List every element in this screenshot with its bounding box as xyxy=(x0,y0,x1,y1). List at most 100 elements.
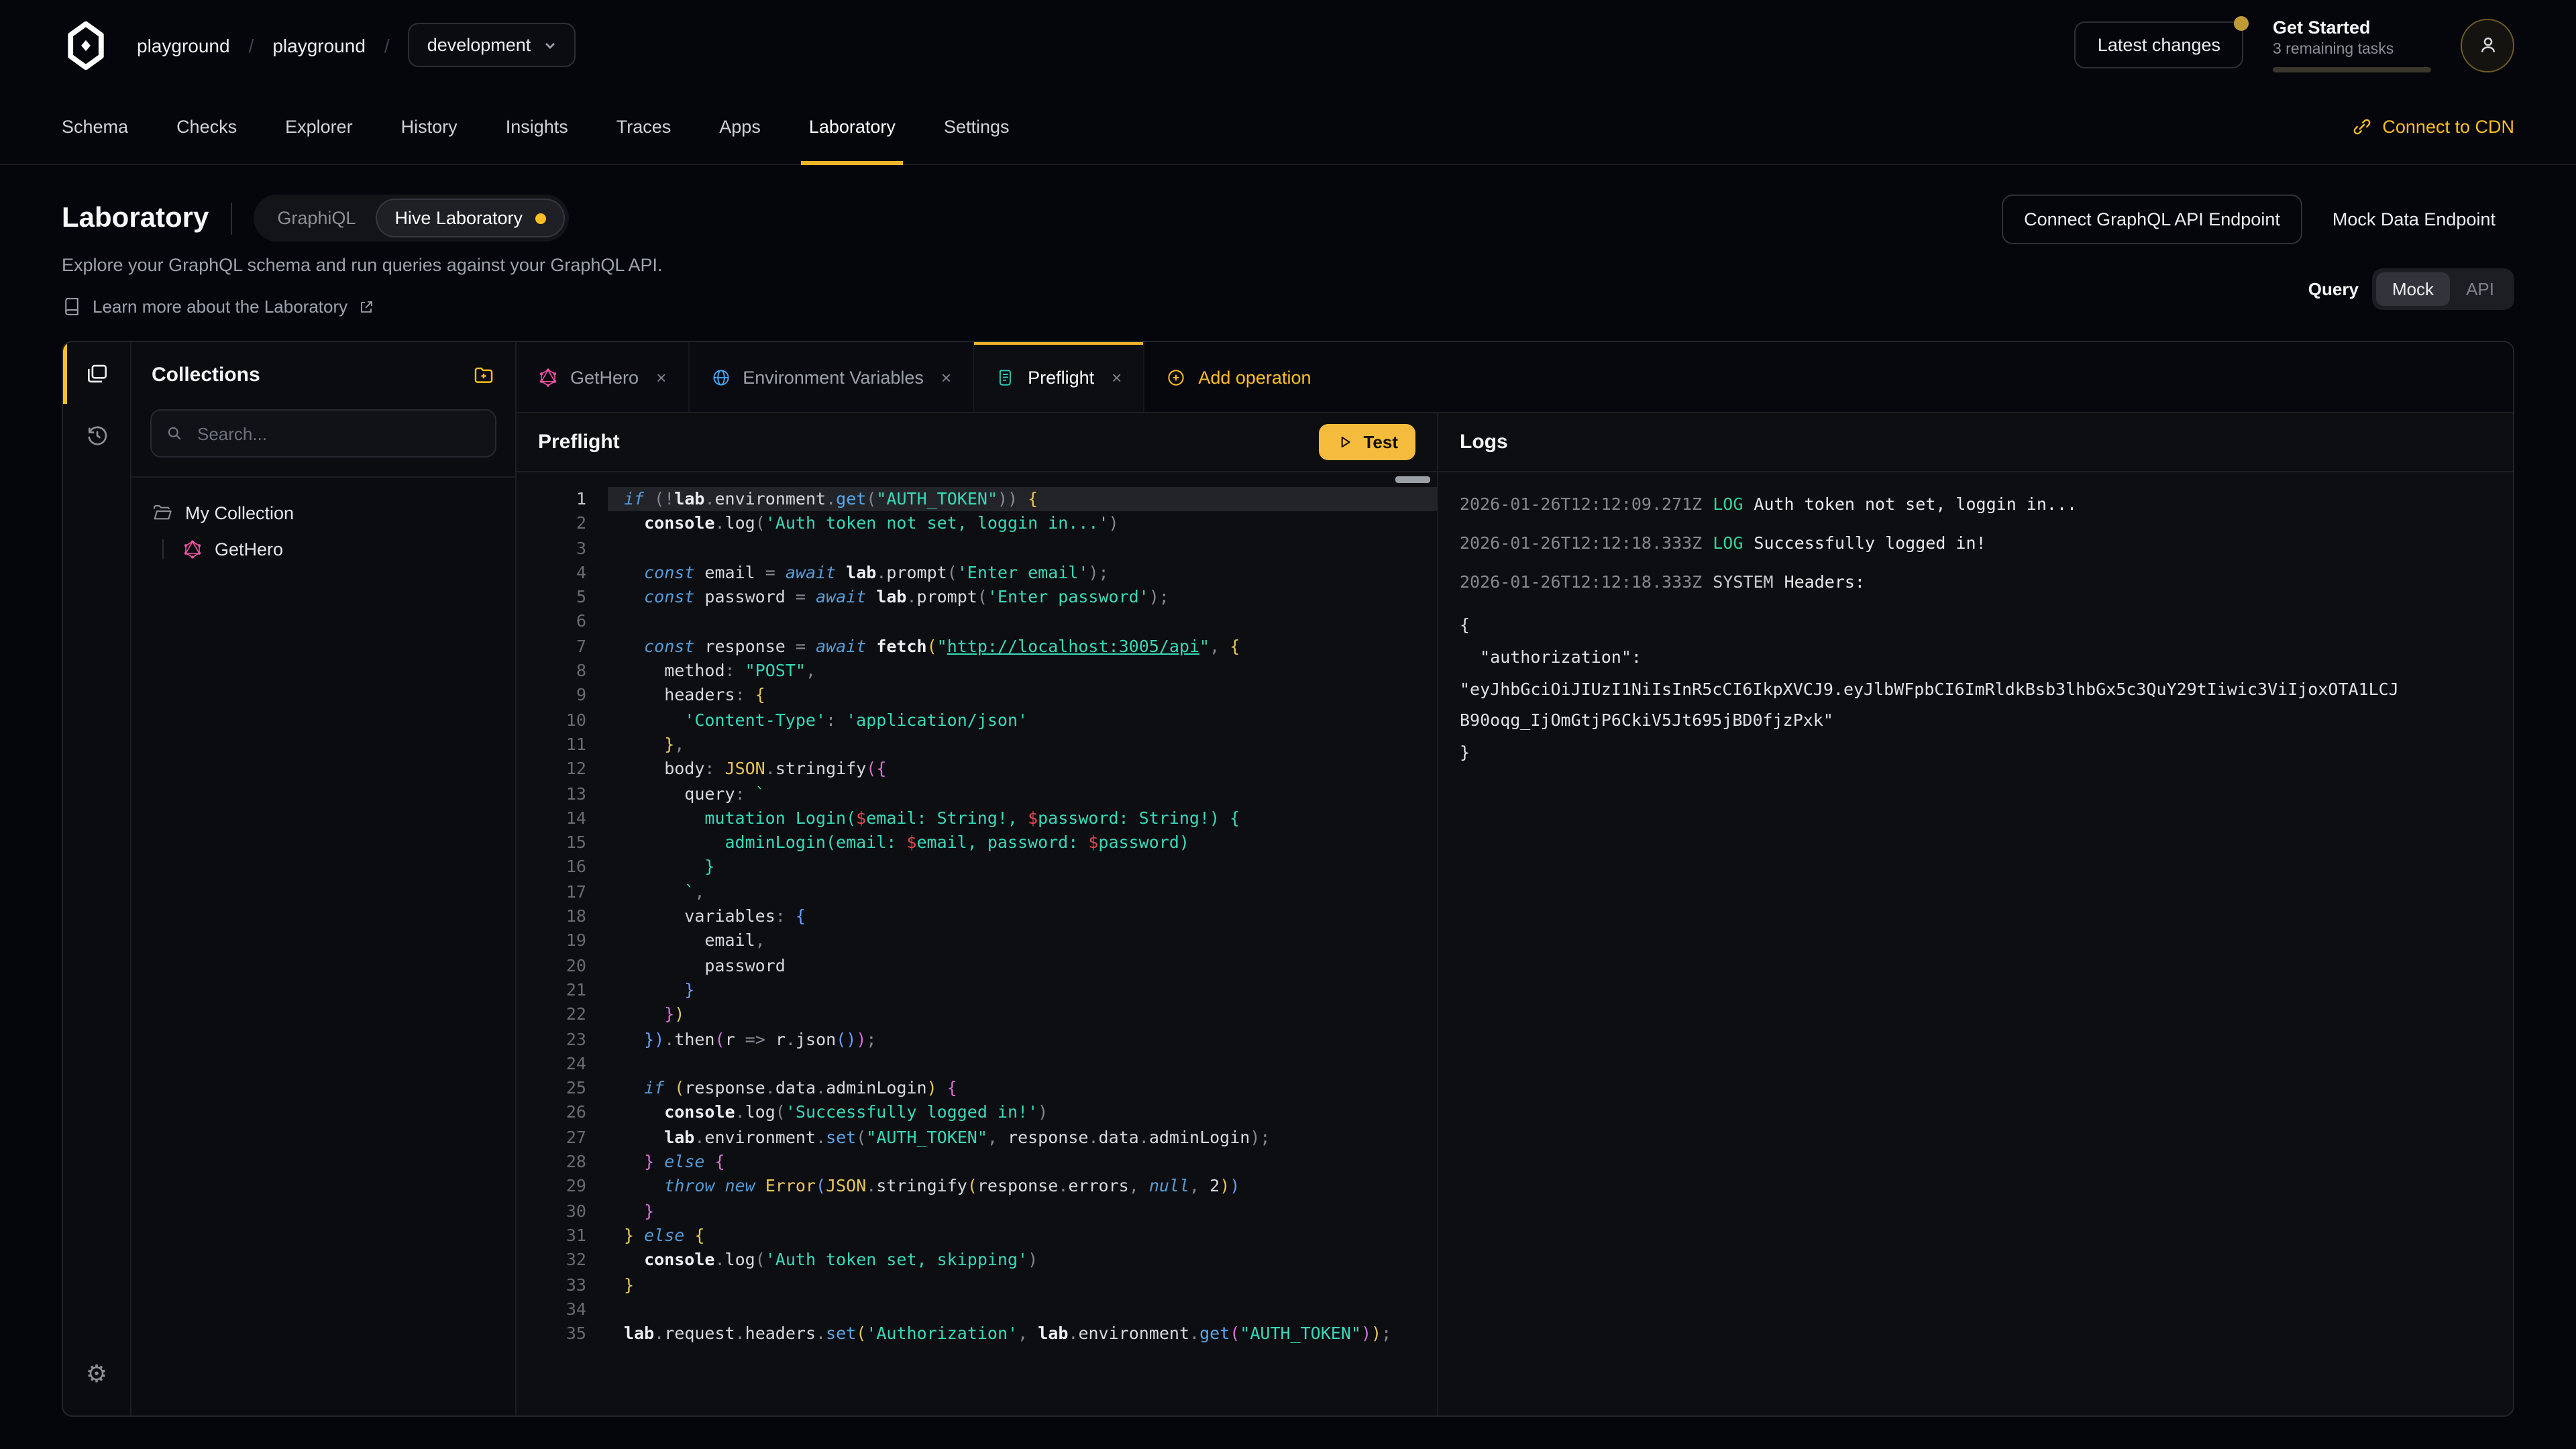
code-line[interactable]: 32console.log('Auth token set, skipping'… xyxy=(517,1248,1437,1273)
code-editor[interactable]: 1if (!lab.environment.get("AUTH_TOKEN"))… xyxy=(517,472,1437,1415)
line-number: 9 xyxy=(517,684,608,708)
code-line[interactable]: 10'Content-Type': 'application/json' xyxy=(517,708,1437,733)
line-number: 1 xyxy=(517,487,608,512)
log-entry: 2026-01-26T12:12:18.333ZLOGSuccessfully … xyxy=(1460,531,2513,554)
code-line[interactable]: 25if (response.data.adminLogin) { xyxy=(517,1076,1437,1101)
breadcrumb-project[interactable]: playground xyxy=(272,34,366,56)
code-line[interactable]: 34 xyxy=(517,1297,1437,1322)
mode-option-label: Hive Laboratory xyxy=(394,208,523,228)
code-line[interactable]: 13query: ` xyxy=(517,782,1437,806)
code-line[interactable]: 20password xyxy=(517,953,1437,978)
query-option-api[interactable]: API xyxy=(2450,272,2510,306)
test-button[interactable]: Test xyxy=(1319,424,1415,460)
nav-item-laboratory[interactable]: Laboratory xyxy=(809,90,896,164)
breadcrumb-org[interactable]: playground xyxy=(137,34,230,56)
nav-item-checks[interactable]: Checks xyxy=(176,90,237,164)
target-selector[interactable]: development xyxy=(409,23,576,67)
nav-item-schema[interactable]: Schema xyxy=(62,90,128,164)
code-line[interactable]: 33} xyxy=(517,1273,1437,1297)
page-subtitle: Explore your GraphQL schema and run quer… xyxy=(62,255,663,275)
code-line[interactable]: 6 xyxy=(517,610,1437,635)
line-number: 28 xyxy=(517,1150,608,1175)
code-line[interactable]: 16} xyxy=(517,855,1437,880)
code-line[interactable]: 5const password = await lab.prompt('Ente… xyxy=(517,585,1437,610)
code-line[interactable]: 12body: JSON.stringify({ xyxy=(517,757,1437,782)
code-line[interactable]: 14mutation Login($email: String!, $passw… xyxy=(517,806,1437,831)
code-line[interactable]: 2console.log('Auth token not set, loggin… xyxy=(517,512,1437,537)
code-line[interactable]: 22}) xyxy=(517,1002,1437,1027)
code-line[interactable]: 21} xyxy=(517,978,1437,1003)
nav-item-settings[interactable]: Settings xyxy=(944,90,1010,164)
code-line[interactable]: 19email, xyxy=(517,929,1437,954)
code-line[interactable]: 17`, xyxy=(517,880,1437,905)
code-line[interactable]: 3 xyxy=(517,536,1437,561)
nav-item-traces[interactable]: Traces xyxy=(616,90,672,164)
query-option-mock[interactable]: Mock xyxy=(2376,272,2450,306)
collections-title: Collections xyxy=(152,363,260,386)
close-tab-icon[interactable]: × xyxy=(656,367,666,387)
line-number: 3 xyxy=(517,536,608,561)
connect-endpoint-button[interactable]: Connect GraphQL API Endpoint xyxy=(2001,195,2303,244)
rail-settings-button[interactable]: ⚙ xyxy=(63,1343,130,1405)
collection-folder[interactable]: My Collection xyxy=(152,502,495,523)
line-number: 24 xyxy=(517,1052,608,1077)
search-input[interactable] xyxy=(195,422,482,445)
tab-label: Add operation xyxy=(1198,367,1311,387)
code-line[interactable]: 28} else { xyxy=(517,1150,1437,1175)
close-tab-icon[interactable]: × xyxy=(941,367,951,387)
close-tab-icon[interactable]: × xyxy=(1112,367,1122,387)
mode-option-graphiql[interactable]: GraphiQL xyxy=(257,199,376,237)
line-number: 17 xyxy=(517,880,608,905)
code-line[interactable]: 30} xyxy=(517,1199,1437,1224)
code-line[interactable]: 26console.log('Successfully logged in!') xyxy=(517,1101,1437,1126)
collections-search[interactable] xyxy=(150,409,496,458)
add-operation-tab[interactable]: Add operation xyxy=(1144,342,1332,412)
code-line[interactable]: 29throw new Error(JSON.stringify(respons… xyxy=(517,1175,1437,1199)
nav-item-explorer[interactable]: Explorer xyxy=(285,90,353,164)
code-line[interactable]: 7const response = await fetch("http://lo… xyxy=(517,635,1437,659)
connect-to-cdn-link[interactable]: Connect to CDN xyxy=(2351,90,2514,164)
search-icon xyxy=(165,424,184,443)
get-started-subtitle: 3 remaining tasks xyxy=(2273,42,2431,58)
line-number: 12 xyxy=(517,757,608,782)
get-started-widget[interactable]: Get Started 3 remaining tasks xyxy=(2273,17,2431,72)
code-line[interactable]: 35lab.request.headers.set('Authorization… xyxy=(517,1322,1437,1346)
nav-item-history[interactable]: History xyxy=(401,90,458,164)
tab-label: Preflight xyxy=(1028,367,1094,387)
mock-endpoint-button[interactable]: Mock Data Endpoint xyxy=(2314,196,2514,243)
code-line[interactable]: 27lab.environment.set("AUTH_TOKEN", resp… xyxy=(517,1125,1437,1150)
rail-history-button[interactable] xyxy=(63,404,130,466)
code-line[interactable]: 23}).then(r => r.json()); xyxy=(517,1027,1437,1052)
code-line[interactable]: 24 xyxy=(517,1052,1437,1077)
code-line[interactable]: 9headers: { xyxy=(517,684,1437,708)
test-button-label: Test xyxy=(1363,432,1398,452)
log-level: SYSTEM xyxy=(1713,572,1773,592)
nav-item-apps[interactable]: Apps xyxy=(719,90,761,164)
rail-collections-button[interactable] xyxy=(63,342,130,404)
code-line[interactable]: 31} else { xyxy=(517,1224,1437,1248)
operation-item[interactable]: GetHero xyxy=(182,539,495,559)
latest-changes-button[interactable]: Latest changes xyxy=(2075,21,2243,68)
code-line[interactable]: 18variables: { xyxy=(517,904,1437,929)
scrollbar-thumb[interactable] xyxy=(1395,476,1430,483)
learn-more-link[interactable]: Learn more about the Laboratory xyxy=(62,297,663,317)
brand[interactable] xyxy=(62,21,110,69)
logs-panel: Logs 2026-01-26T12:12:09.271ZLOGAuth tok… xyxy=(1438,413,2513,1415)
tab-gethero[interactable]: GetHero× xyxy=(517,342,689,412)
operation-name: GetHero xyxy=(215,539,283,559)
code-line[interactable]: 8method: "POST", xyxy=(517,659,1437,684)
add-collection-icon[interactable] xyxy=(472,363,495,386)
user-icon xyxy=(2475,32,2500,58)
nav-item-insights[interactable]: Insights xyxy=(506,90,568,164)
code-line[interactable]: 11}, xyxy=(517,733,1437,757)
tab-preflight[interactable]: Preflight × xyxy=(974,342,1144,412)
mode-option-hive-laboratory[interactable]: Hive Laboratory xyxy=(376,199,564,237)
line-number: 16 xyxy=(517,855,608,880)
page-title: Laboratory xyxy=(62,202,209,234)
log-level: LOG xyxy=(1713,533,1743,553)
tab-environment-variables[interactable]: Environment Variables× xyxy=(689,342,974,412)
user-avatar[interactable] xyxy=(2461,18,2514,72)
code-line[interactable]: 1if (!lab.environment.get("AUTH_TOKEN"))… xyxy=(517,487,1437,512)
code-line[interactable]: 15adminLogin(email: $email, password: $p… xyxy=(517,830,1437,855)
code-line[interactable]: 4const email = await lab.prompt('Enter e… xyxy=(517,561,1437,586)
